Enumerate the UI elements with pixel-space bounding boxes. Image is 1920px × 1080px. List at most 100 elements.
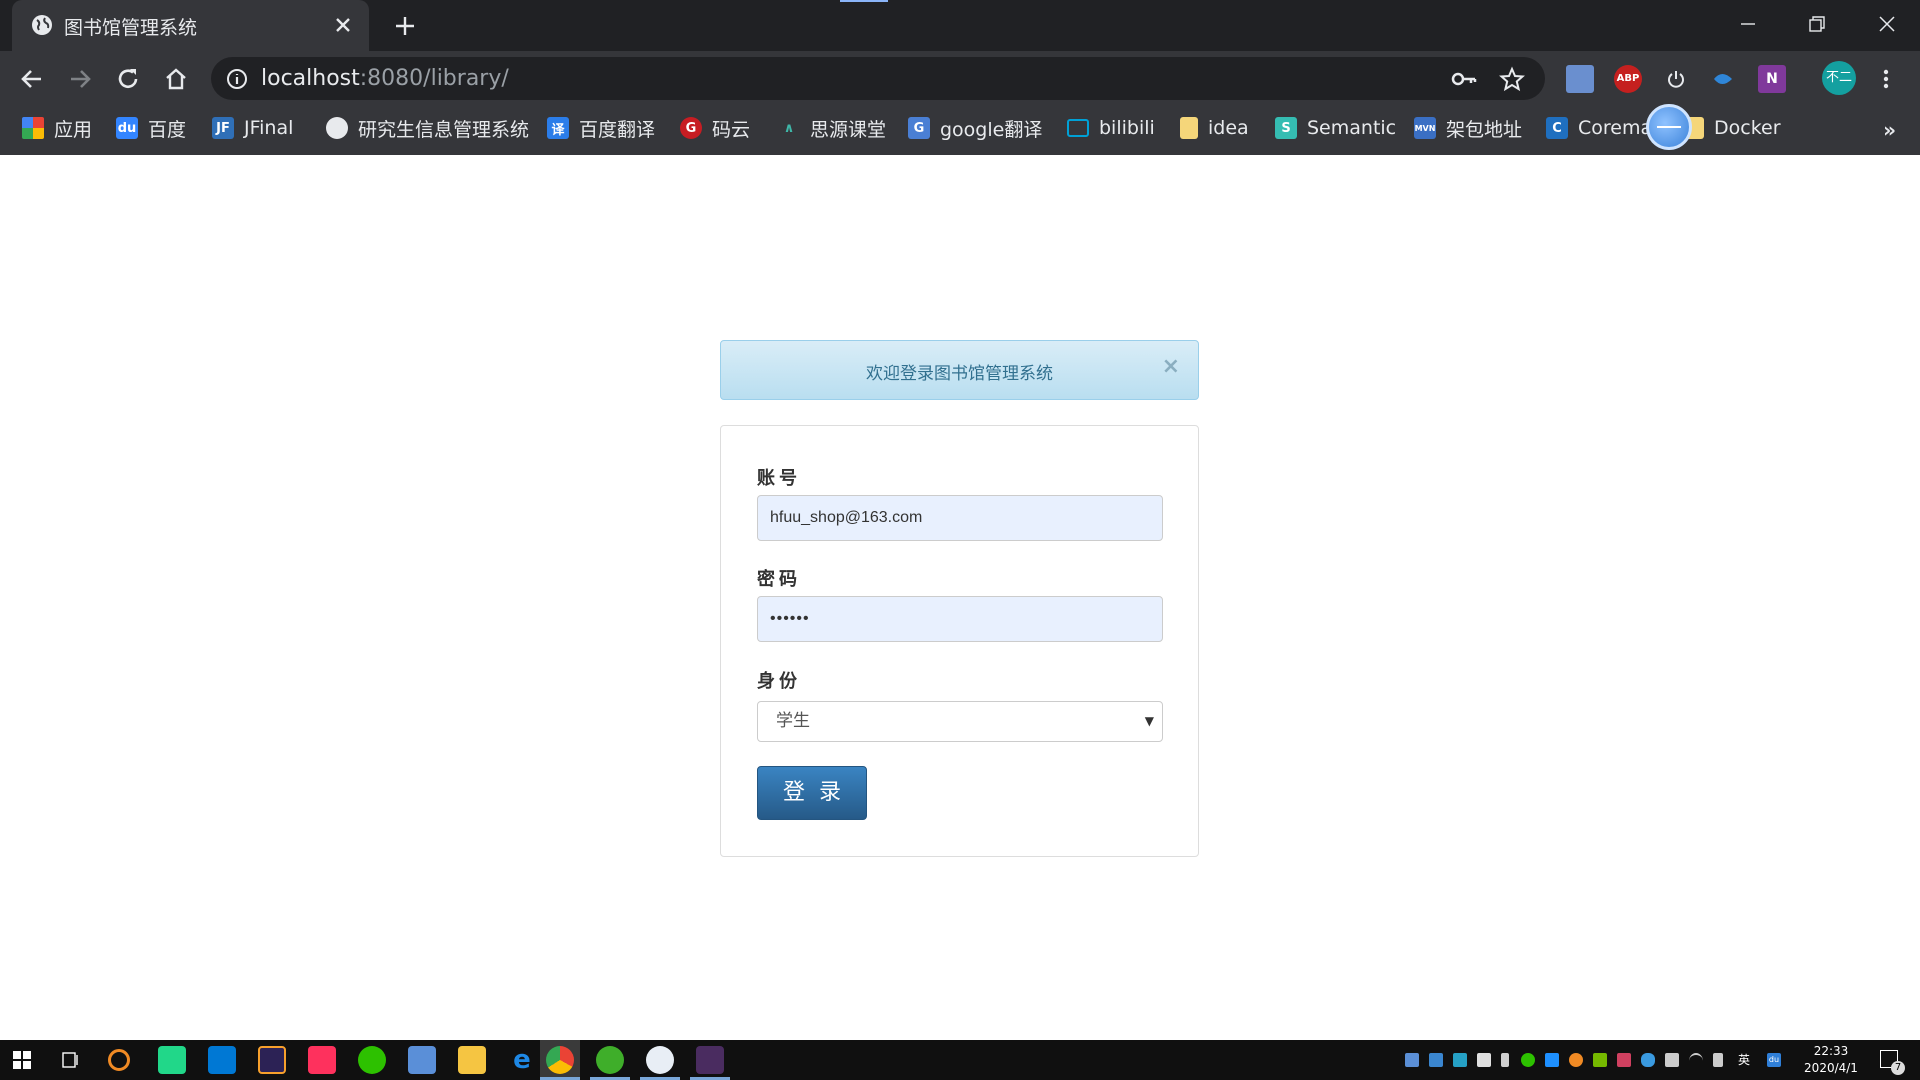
close-icon[interactable]: × (1162, 355, 1180, 379)
role-selected-value: 学生 (776, 711, 810, 731)
globe-icon (32, 15, 52, 35)
browser-toolbar: localhost:8080/library/ ABP N 不二 应用 du 百… (0, 51, 1920, 155)
bookmark-graduate-system[interactable]: 研究生信息管理系统 (326, 114, 529, 142)
wifi-icon[interactable] (1689, 1053, 1703, 1069)
nvidia-icon[interactable] (1593, 1053, 1607, 1067)
url-text[interactable]: localhost:8080/library/ (261, 66, 509, 91)
bookmark-label: 百度 (148, 118, 187, 141)
bookmark-label: idea (1208, 117, 1249, 139)
search-icon[interactable] (108, 1049, 130, 1071)
login-form: 账号 hfuu_shop@163.com 密码 •••••• 身份 学生 ▼ 登… (720, 425, 1199, 857)
tray-icon[interactable] (1405, 1053, 1419, 1067)
vscode-icon[interactable] (208, 1046, 236, 1074)
restore-icon[interactable] (1802, 9, 1832, 39)
alert-message: 欢迎登录图书馆管理系统 (866, 364, 1053, 384)
minimize-icon[interactable] (1733, 9, 1763, 39)
power-icon[interactable] (1662, 65, 1690, 93)
bookmark-bilibili[interactable]: bilibili (1067, 114, 1155, 142)
bookmark-baidu[interactable]: du 百度 (116, 114, 186, 142)
active-tab[interactable]: 图书馆管理系统 (12, 0, 369, 51)
account-label: 账号 (757, 468, 801, 489)
menu-kebab-icon[interactable] (1872, 65, 1900, 93)
app-icon[interactable] (696, 1046, 724, 1074)
bookmark-idea[interactable]: idea (1180, 114, 1249, 142)
app-icon[interactable] (408, 1046, 436, 1074)
tray-icon[interactable] (1617, 1053, 1631, 1067)
bookmark-label: bilibili (1099, 117, 1155, 139)
key-icon[interactable] (1451, 67, 1477, 91)
file-explorer-icon[interactable] (458, 1046, 486, 1074)
app-icon[interactable] (596, 1046, 624, 1074)
clock-time: 22:33 (1813, 1044, 1849, 1058)
intellij-icon[interactable] (308, 1046, 336, 1074)
role-select[interactable]: 学生 ▼ (757, 701, 1163, 742)
edge-icon[interactable]: e (508, 1046, 536, 1074)
bookmark-google-translate[interactable]: G google翻译 (908, 114, 1042, 142)
gitee-icon: G (680, 117, 702, 139)
baidu-icon: du (116, 117, 138, 139)
volume-icon[interactable] (1713, 1053, 1723, 1067)
url-host: localhost (261, 66, 360, 91)
close-window-icon[interactable] (1872, 9, 1902, 39)
tray-icon[interactable] (1477, 1053, 1491, 1067)
bookmark-baidu-translate[interactable]: 译 百度翻译 (547, 114, 655, 142)
forward-icon[interactable] (64, 63, 96, 95)
bookmark-label: google翻译 (940, 118, 1043, 141)
bookmark-gitee[interactable]: G 码云 (680, 114, 750, 142)
bookmark-label: Corema (1578, 117, 1653, 139)
bookmark-label: 应用 (54, 118, 93, 141)
bookmark-maven[interactable]: MVN 架包地址 (1414, 114, 1522, 142)
welcome-alert: 欢迎登录图书馆管理系统 × (720, 340, 1199, 400)
bookmark-label: 百度翻译 (579, 118, 656, 141)
info-icon[interactable] (225, 67, 249, 91)
profile-avatar[interactable]: 不二 (1822, 61, 1856, 95)
system-clock[interactable]: 22:33 2020/4/1 (1800, 1043, 1862, 1077)
tray-icon[interactable] (1453, 1053, 1467, 1067)
back-icon[interactable] (16, 63, 48, 95)
translate-icon: 译 (547, 117, 569, 139)
baidu-input-icon[interactable]: du (1767, 1053, 1781, 1067)
bookmark-siyuan[interactable]: ∧ 思源课堂 (778, 114, 886, 142)
bookmarks-overflow-icon[interactable]: » (1883, 118, 1896, 142)
address-bar[interactable]: localhost:8080/library/ (211, 57, 1545, 100)
windows-start-icon[interactable] (13, 1051, 31, 1069)
ime-indicator[interactable]: 英 (1738, 1051, 1750, 1068)
wechat-tray-icon[interactable] (1521, 1053, 1535, 1067)
eclipse-icon[interactable] (258, 1046, 286, 1074)
account-input[interactable]: hfuu_shop@163.com (757, 495, 1163, 541)
bookmark-semantic[interactable]: S Semantic (1275, 114, 1396, 142)
tab-title: 图书馆管理系统 (64, 17, 198, 39)
notification-center-icon[interactable]: 7 (1880, 1050, 1905, 1075)
floating-drag-handle[interactable] (1646, 104, 1692, 150)
tray-icon[interactable] (1545, 1053, 1559, 1067)
new-tab-icon[interactable] (391, 12, 419, 40)
close-tab-icon[interactable] (331, 13, 355, 37)
bookmark-label: JFinal (244, 117, 294, 139)
star-icon[interactable] (1499, 66, 1525, 92)
abp-icon[interactable]: ABP (1614, 65, 1642, 93)
edit-ext-icon[interactable] (1566, 65, 1594, 93)
wechat-icon[interactable] (358, 1046, 386, 1074)
home-icon[interactable] (160, 63, 192, 95)
app-icon[interactable] (646, 1046, 674, 1074)
password-input[interactable]: •••••• (757, 596, 1163, 642)
tray-icon[interactable] (1429, 1053, 1443, 1067)
bookmark-label: 思源课堂 (810, 118, 887, 141)
task-view-icon[interactable] (62, 1052, 80, 1068)
battery-icon[interactable] (1665, 1053, 1679, 1067)
bookmark-docker[interactable]: Docker (1686, 114, 1781, 142)
chrome-icon[interactable] (546, 1046, 574, 1074)
password-label: 密码 (757, 569, 801, 590)
bookmark-label: 架包地址 (1446, 118, 1523, 141)
login-button[interactable]: 登录 (757, 766, 867, 820)
fish-ext-icon[interactable] (1710, 65, 1738, 93)
pycharm-icon[interactable] (158, 1046, 186, 1074)
bookmark-coremail[interactable]: C Corema (1546, 114, 1652, 142)
bookmark-jfinal[interactable]: JF JFinal (212, 114, 293, 142)
reload-icon[interactable] (112, 63, 144, 95)
bookmark-apps[interactable]: 应用 (22, 114, 92, 142)
tray-icon[interactable] (1569, 1053, 1583, 1067)
microphone-icon[interactable] (1501, 1053, 1509, 1067)
onedrive-icon[interactable] (1641, 1053, 1655, 1067)
onenote-icon[interactable]: N (1758, 65, 1786, 93)
